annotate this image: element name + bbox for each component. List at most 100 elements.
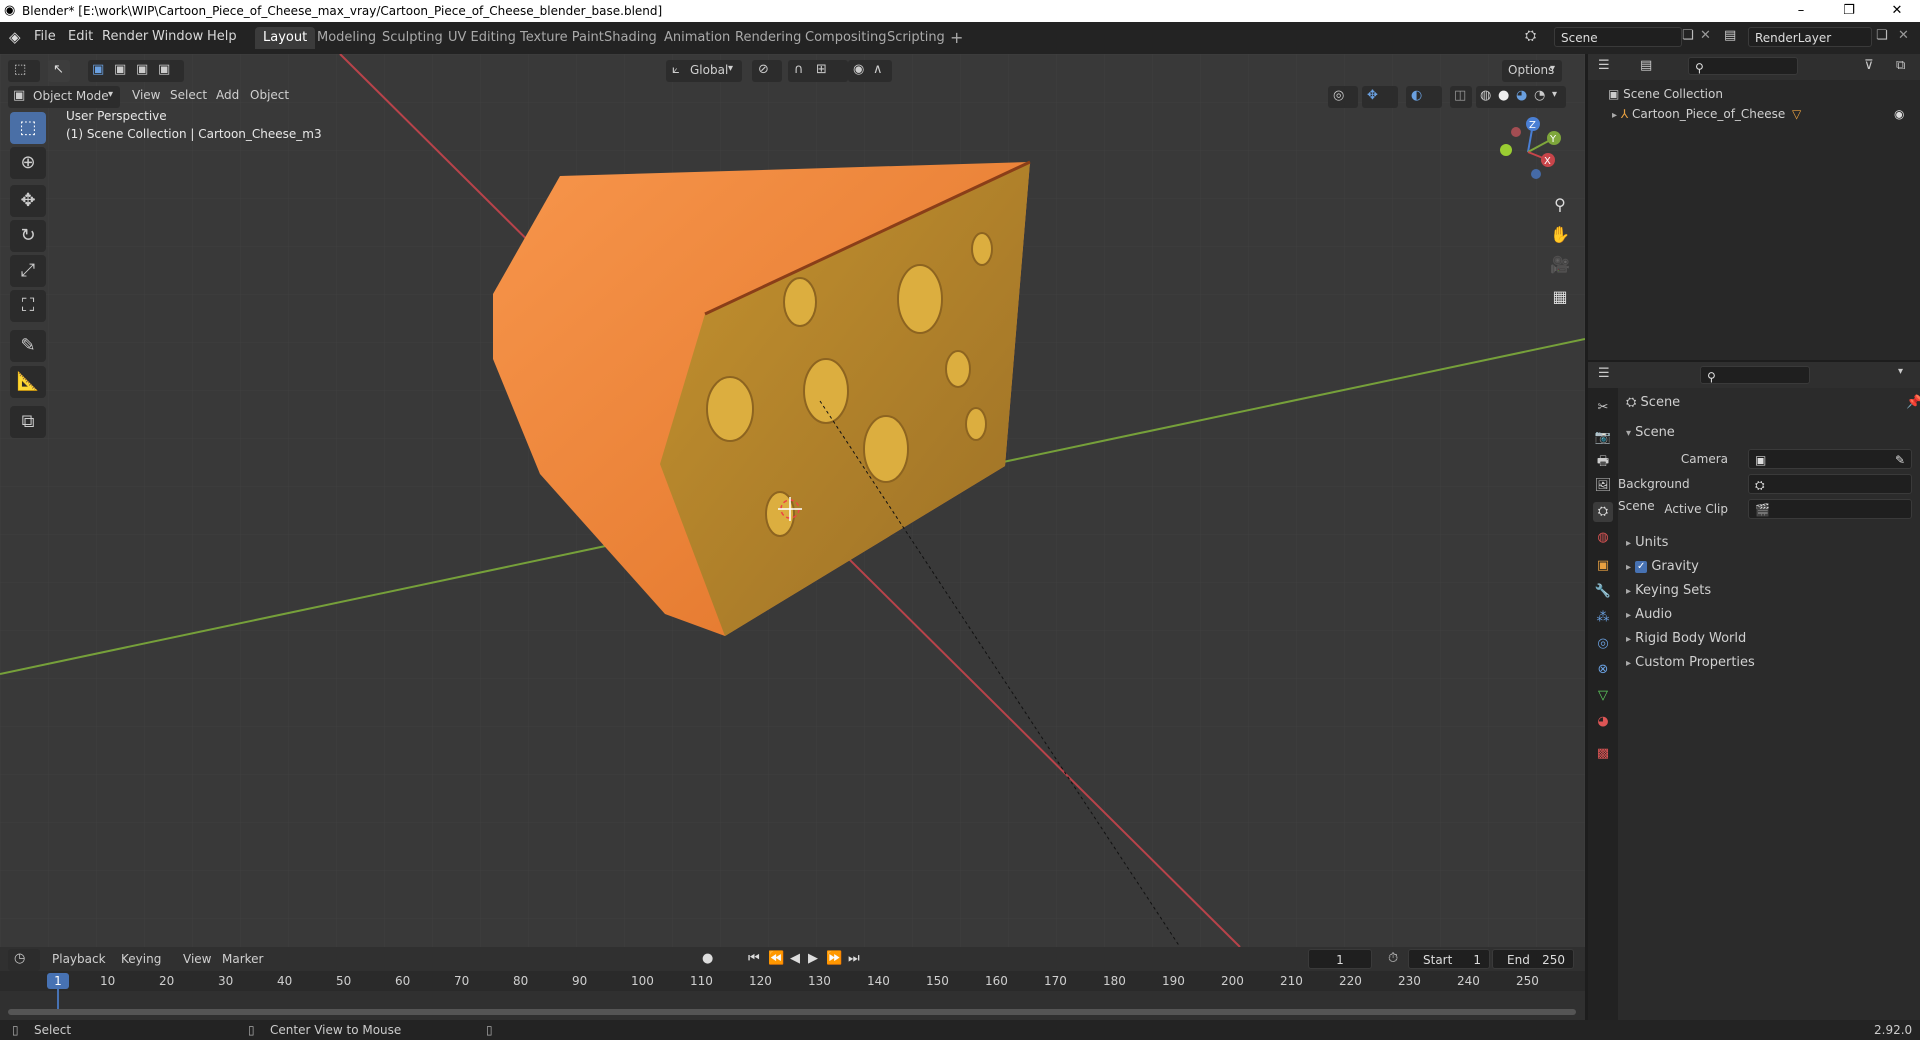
rotate-tool[interactable]: ↻ [10,220,46,252]
wireframe-shading-icon[interactable]: ◍ [1480,88,1491,103]
outliner-object-row[interactable]: ▸ ⅄ Cartoon_Piece_of_Cheese ▽ ◉ [1612,104,1912,124]
scene-panel-header[interactable]: ▾ Scene [1626,422,1920,444]
scene-selector-icon[interactable]: ⛭ [1525,28,1536,44]
stopwatch-icon[interactable]: ⏱ [1388,951,1398,966]
material-shading-icon[interactable]: ◕ [1516,88,1527,103]
audio-section[interactable]: ▸ Audio [1626,604,1920,626]
transform-tool[interactable]: ⛶ [10,290,46,322]
expand-arrow-icon[interactable]: ▸ [1612,110,1617,121]
tool-tab-icon[interactable]: ✂ [1593,398,1613,418]
rigid-body-world-section[interactable]: ▸ Rigid Body World [1626,628,1920,650]
gizmo-neg-y-icon[interactable] [1500,144,1512,156]
chevron-down-icon[interactable]: ▾ [1552,89,1557,100]
zoom-button[interactable]: ⚲ [1545,192,1575,218]
physics-tab-icon[interactable]: ◎ [1593,634,1613,654]
gizmo-neg-z-icon[interactable] [1531,169,1541,179]
particles-tab-icon[interactable]: ⁂ [1593,608,1613,628]
navigation-gizmo[interactable]: Z Y X [1488,112,1568,192]
scene-collection-row[interactable]: ▣ Scene Collection [1608,84,1723,104]
maximize-button[interactable]: ❐ [1826,0,1872,22]
render-tab-icon[interactable]: 📷 [1593,428,1613,448]
new-view-layer-icon[interactable]: ❏ [1876,28,1888,43]
jump-start-icon[interactable]: ⏮ [748,951,760,966]
filter-icon[interactable]: ⊽ [1864,58,1874,73]
xray-toggle[interactable]: ◫ [1450,86,1472,108]
rendered-shading-icon[interactable]: ◔ [1534,88,1545,103]
gravity-section[interactable]: ▸ ✓ Gravity [1626,556,1920,578]
overlays-toggle[interactable]: ◐ [1406,86,1442,108]
viewport-menu-select[interactable]: Select [170,88,207,102]
scene-name-field[interactable]: Scene [1554,27,1682,47]
menu-window[interactable]: Window [152,29,203,44]
gizmo-neg-x-icon[interactable] [1511,127,1521,137]
proportional-edit-group[interactable]: ◉ ∧ [848,60,892,82]
properties-search-input[interactable]: ⚲ [1700,366,1810,384]
timeline-menu-playback[interactable]: Playback [52,952,106,966]
select-box-tool[interactable]: ⬚ [10,112,46,144]
select-intersect-icon[interactable]: ▣ [158,62,170,77]
proportional-edit-icon[interactable]: ◉ [853,62,864,77]
new-collection-icon[interactable]: ⧉ [1896,58,1905,73]
eyedropper-icon[interactable]: ✎ [1895,450,1905,470]
minimize-button[interactable]: – [1778,0,1824,22]
select-extend-icon[interactable]: ▣ [114,62,126,77]
gravity-checkbox[interactable]: ✓ [1635,560,1648,573]
measure-tool[interactable]: 📐 [10,366,46,398]
solid-shading-icon[interactable]: ● [1498,88,1509,103]
timeline-scrollbar[interactable] [8,1009,1576,1015]
add-workspace-button[interactable]: + [942,27,971,49]
move-tool[interactable]: ✥ [10,185,46,217]
falloff-icon[interactable]: ∧ [873,62,883,77]
select-tool-dropdown[interactable]: ↖ [48,60,70,82]
editor-type-button[interactable]: ⬚ [8,60,40,82]
outliner-search-input[interactable]: ⚲ [1688,57,1798,75]
active-clip-field[interactable]: 🎬 [1748,499,1912,519]
output-tab-icon[interactable]: 🖶 [1593,452,1613,472]
tab-modeling[interactable]: Modeling [309,27,384,49]
ortho-toggle-button[interactable]: ▦ [1545,284,1575,310]
snap-target-icon[interactable]: ⊞ [816,62,827,77]
3d-viewport[interactable]: ⬚ ↖ ▣ ▣ ▣ ▣ ⟀ Global ▾ ⊘ ∩ ⊞ ◉ ∧ Options… [0,54,1585,947]
menu-render[interactable]: Render [102,29,148,44]
prev-keyframe-icon[interactable]: ⏪ [768,951,784,966]
pan-button[interactable]: ✋ [1545,222,1575,248]
background-scene-field[interactable]: ⛭ [1748,474,1912,494]
tab-animation[interactable]: Animation [656,27,738,49]
custom-properties-section[interactable]: ▸ Custom Properties [1626,652,1920,674]
timeline-menu-keying[interactable]: Keying [121,952,161,966]
snap-group[interactable]: ∩ ⊞ [788,60,848,82]
tab-shading[interactable]: Shading [596,27,665,49]
pivot-point-dropdown[interactable]: ⊘ [752,60,782,82]
next-keyframe-icon[interactable]: ⏩ [826,951,842,966]
blender-menu-icon[interactable]: ◈ [9,28,21,46]
add-cube-tool[interactable]: ⧉ [10,406,46,438]
viewport-menu-view[interactable]: View [132,88,160,102]
record-icon[interactable]: ● [702,951,713,966]
scene-tab-icon[interactable]: ⛭ [1593,502,1613,522]
shading-mode-group[interactable]: ◍ ● ◕ ◔ ▾ [1476,86,1566,108]
current-frame-field[interactable]: 1 [1308,949,1372,969]
world-tab-icon[interactable]: ◍ [1593,528,1613,548]
timeline-menu-marker[interactable]: Marker [222,952,263,966]
play-reverse-icon[interactable]: ◀ [790,951,800,966]
mode-dropdown[interactable]: ▣ Object Mode ▾ [8,86,120,108]
display-mode-icon[interactable]: ▤ [1640,58,1652,73]
chevron-down-icon[interactable]: ▾ [1898,366,1903,377]
camera-field[interactable]: ▣ ✎ [1748,449,1912,469]
timeline-menu-view[interactable]: View [183,952,211,966]
view-layer-icon[interactable]: ▤ [1724,28,1736,43]
view-layer-tab-icon[interactable]: 🖼 [1593,476,1613,496]
properties-editor-icon[interactable]: ☰ [1598,366,1610,381]
remove-view-layer-icon[interactable]: ✕ [1898,28,1909,43]
viewport-menu-add[interactable]: Add [216,88,239,102]
start-frame-field[interactable]: Start 1 [1408,949,1490,969]
playhead[interactable]: 1 [47,973,69,989]
material-tab-icon[interactable]: ◕ [1593,712,1613,732]
transform-orientation-dropdown[interactable]: ⟀ Global ▾ [666,60,742,82]
object-tab-icon[interactable]: ▣ [1593,556,1613,576]
viewport-menu-object[interactable]: Object [250,88,289,102]
menu-file[interactable]: File [34,29,56,44]
modifier-tab-icon[interactable]: 🔧 [1593,582,1613,602]
keying-sets-section[interactable]: ▸ Keying Sets [1626,580,1920,602]
units-section[interactable]: ▸ Units [1626,532,1920,554]
